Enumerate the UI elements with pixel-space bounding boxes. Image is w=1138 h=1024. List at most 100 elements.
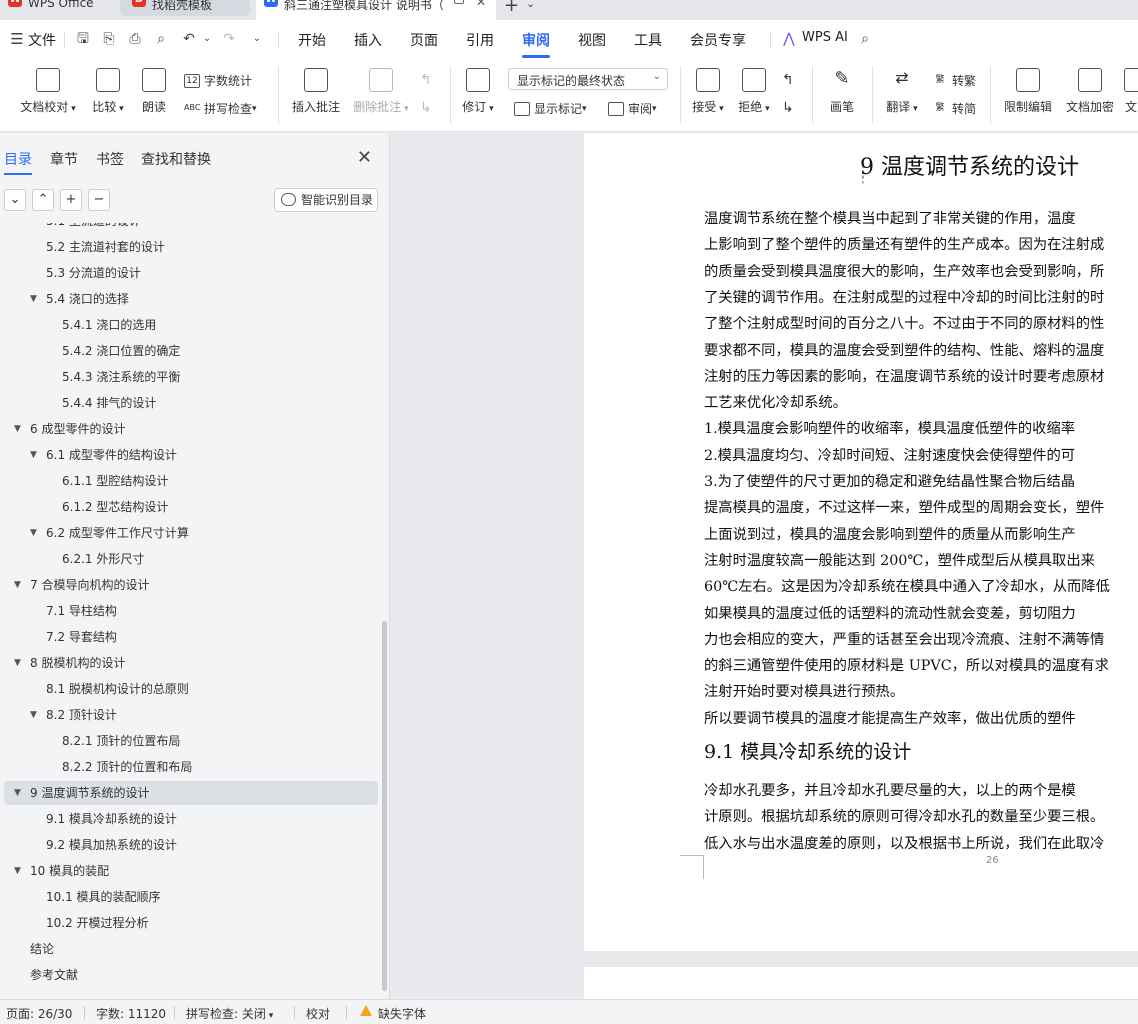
collapse-icon[interactable]: ⌄ [4, 189, 26, 211]
menu-view[interactable]: 视图 [578, 30, 606, 50]
wps-ai-icon[interactable]: ⋀ [780, 30, 798, 48]
paragraph-line[interactable]: 注射开始时要对模具进行预热。 [704, 680, 904, 701]
expand-toggle-icon[interactable]: ▼ [30, 703, 37, 727]
paragraph-line[interactable]: 所以要调节模具的温度才能提高生产效率，做出优质的塑件 [704, 707, 1076, 728]
toc-item[interactable]: ▼ 6 成型零件的设计 [0, 417, 378, 441]
prev-change-icon[interactable]: ↰ [782, 72, 794, 88]
menu-page[interactable]: 页面 [410, 30, 438, 50]
toc-item[interactable]: 7.2 导套结构 [0, 625, 378, 649]
paragraph-line[interactable]: 的质量会受到模具温度很大的影响，生产效率也会受到影响，所 [704, 260, 1104, 281]
toc-item[interactable]: 5.3 分流道的设计 [0, 261, 378, 285]
tab-chapters[interactable]: 章节 [50, 149, 78, 169]
expand-toggle-icon[interactable]: ▼ [14, 781, 21, 805]
toc-item[interactable]: 9.2 模具加热系统的设计 [0, 833, 378, 857]
menu-insert[interactable]: 插入 [354, 30, 382, 50]
toc-item[interactable]: 8.1 脱模机构设计的总原则 [0, 677, 378, 701]
read-aloud-button[interactable]: 朗读 [140, 68, 168, 115]
chevron-down-icon[interactable]: ⌄ [526, 0, 535, 10]
toc-item[interactable]: ▼ 9 温度调节系统的设计 [4, 781, 378, 805]
paragraph-line[interactable]: 注射的压力等因素的影响，在温度调节系统的设计时要考虑原材 [704, 365, 1104, 386]
menu-membership[interactable]: 会员专享 [690, 30, 746, 50]
paragraph-line[interactable]: 如果模具的温度过低的话塑料的流动性就会变差，剪切阻力 [704, 602, 1076, 623]
toc-item[interactable]: ▼ 6.2 成型零件工作尺寸计算 [0, 521, 378, 545]
insert-comment-button[interactable]: 插入批注 [290, 68, 342, 115]
paragraph-line[interactable]: 低入水与出水温度差的原则，以及根据书上所说，我们在此取冷 [704, 832, 1104, 853]
add-icon[interactable]: + [60, 189, 82, 211]
menu-wps-ai[interactable]: WPS AI [802, 30, 848, 45]
markup-display-select[interactable]: 显示标记的最终状态 ⌄ [508, 68, 668, 90]
chevron-down-icon[interactable]: ⌄ [248, 30, 266, 48]
restrict-edit-button[interactable]: 限制编辑 [1002, 68, 1054, 115]
toc-item[interactable]: 5.2 主流道衬套的设计 [0, 235, 378, 259]
hamburger-icon[interactable]: ☰ [8, 30, 26, 48]
spell-check-indicator[interactable]: 拼写检查: 关闭 ▾ [186, 1005, 273, 1022]
toc-item[interactable]: 5.4.1 浇口的选用 [0, 313, 378, 337]
toc-item[interactable]: 8.2.2 顶针的位置和布局 [0, 755, 378, 779]
scrollbar-thumb[interactable] [382, 621, 387, 991]
smart-toc-button[interactable]: 智能识别目录 [274, 188, 378, 212]
to-simplified-button[interactable]: 繁 转简 [932, 100, 976, 117]
toc-item[interactable]: 8.2.1 顶针的位置布局 [0, 729, 378, 753]
paragraph-line[interactable]: 冷却水孔要多，并且冷却水孔要尽量的大，以上的两个是模 [704, 779, 1076, 800]
toc-item[interactable]: 6.2.1 外形尺寸 [0, 547, 378, 571]
paragraph-line[interactable]: 计原则。根据坑却系统的原则可得冷却水孔的数量至少要三根。 [704, 805, 1104, 826]
toc-item[interactable]: ▼ 7 合模导向机构的设计 [0, 573, 378, 597]
more-ribbon-button[interactable]: 文 [1124, 68, 1138, 115]
encrypt-button[interactable]: 文档加密 [1064, 68, 1116, 115]
expand-toggle-icon[interactable]: ▼ [14, 573, 21, 597]
remove-icon[interactable]: − [88, 189, 110, 211]
word-count-button[interactable]: 12 字数统计 [184, 72, 252, 89]
pen-button[interactable]: ✎ 画笔 [824, 68, 860, 115]
menu-file[interactable]: 文件 [28, 30, 56, 50]
section-heading[interactable]: 9.1 模具冷却系统的设计 [704, 737, 911, 764]
toc-item[interactable]: 结论 [0, 937, 378, 961]
tab-wps-office[interactable]: W WPS Office [4, 0, 114, 16]
expand-toggle-icon[interactable]: ▼ [14, 417, 21, 441]
toc-item[interactable]: 9.1 模具冷却系统的设计 [0, 807, 378, 831]
toc-item[interactable]: 5.1 主流道的设计 [0, 223, 378, 233]
paragraph-line[interactable]: 要求都不同，模具的温度会受到塑件的结构、性能、熔料的温度 [704, 339, 1104, 360]
save-icon[interactable]: 🖫 [74, 30, 92, 48]
toc-item[interactable]: 参考文献 [0, 963, 378, 987]
to-traditional-button[interactable]: 繁 转繁 [932, 72, 976, 89]
paragraph-line[interactable]: 工艺来优化冷却系统。 [704, 391, 847, 412]
undo-icon[interactable]: ↶ [180, 30, 198, 48]
toc-item[interactable]: 6.1.1 型腔结构设计 [0, 469, 378, 493]
expand-toggle-icon[interactable]: ▼ [14, 651, 21, 675]
paragraph-line[interactable]: 温度调节系统在整个模具当中起到了非常关键的作用，温度 [704, 207, 1076, 228]
paragraph-line[interactable]: 了整个注射成型时间的百分之八十。不过由于不同的原材料的性 [704, 312, 1104, 333]
menu-review[interactable]: 审阅 [522, 30, 550, 58]
word-count-indicator[interactable]: 字数: 11120 [96, 1005, 166, 1022]
print-preview-icon[interactable]: ⌕ [152, 30, 170, 48]
toc-item[interactable]: 5.4.3 浇注系统的平衡 [0, 365, 378, 389]
expand-toggle-icon[interactable]: ▼ [30, 287, 37, 311]
tab-template[interactable]: D 找稻壳模板 [120, 0, 250, 16]
chapter-heading[interactable]: 9 温度调节系统的设计 [860, 149, 1079, 181]
expand-toggle-icon[interactable]: ▼ [30, 521, 37, 545]
toc-item[interactable]: 10.1 模具的装配顺序 [0, 885, 378, 909]
prev-comment-icon[interactable]: ↰ [420, 72, 432, 88]
toc-item[interactable]: ▼ 10 模具的装配 [0, 859, 378, 883]
revise-button[interactable]: 修订 ▾ [460, 68, 496, 115]
toc-item[interactable]: ▼ 8.2 顶针设计 [0, 703, 378, 727]
toc-item[interactable]: 5.4.4 排气的设计 [0, 391, 378, 415]
review-pane-button[interactable]: 审阅 ▾ [608, 100, 657, 117]
document-page[interactable]: ⋮ ⋮ 9 温度调节系统的设计 温度调节系统在整个模具当中起到了非常关键的作用，温… [584, 133, 1138, 951]
spell-check-button[interactable]: ABC 拼写检查 ▾ [184, 100, 257, 117]
toc-item[interactable]: 10.2 开模过程分析 [0, 911, 378, 935]
move-up-icon[interactable]: ⌃ [32, 189, 54, 211]
export-pdf-icon[interactable]: ⎘ [100, 30, 118, 48]
next-change-icon[interactable]: ↳ [782, 100, 794, 116]
paragraph-line[interactable]: 2.模具温度均匀、冷却时间短、注射速度快会使得塑件的可 [704, 444, 1075, 465]
close-tab-icon[interactable]: ✕ [476, 0, 486, 9]
close-icon[interactable]: ✕ [357, 147, 372, 168]
paragraph-line[interactable]: 上面说到过，模具的温度会影响到塑件的质量从而影响生产 [704, 523, 1076, 544]
tab-toc[interactable]: 目录 [4, 149, 32, 175]
chevron-down-icon[interactable]: ⌄ [198, 30, 216, 48]
toc-item[interactable]: 7.1 导柱结构 [0, 599, 378, 623]
compare-button[interactable]: 比较 ▾ [90, 68, 126, 115]
toc-item[interactable]: 5.4.2 浇口位置的确定 [0, 339, 378, 363]
paragraph-line[interactable]: 1.模具温度会影响塑件的收缩率，模具温度低塑件的收缩率 [704, 417, 1075, 438]
paragraph-line[interactable]: 的斜三通管塑件使用的原材料是 UPVC，所以对模具的温度有求 [704, 654, 1109, 675]
search-icon[interactable]: ⌕ [856, 30, 874, 48]
